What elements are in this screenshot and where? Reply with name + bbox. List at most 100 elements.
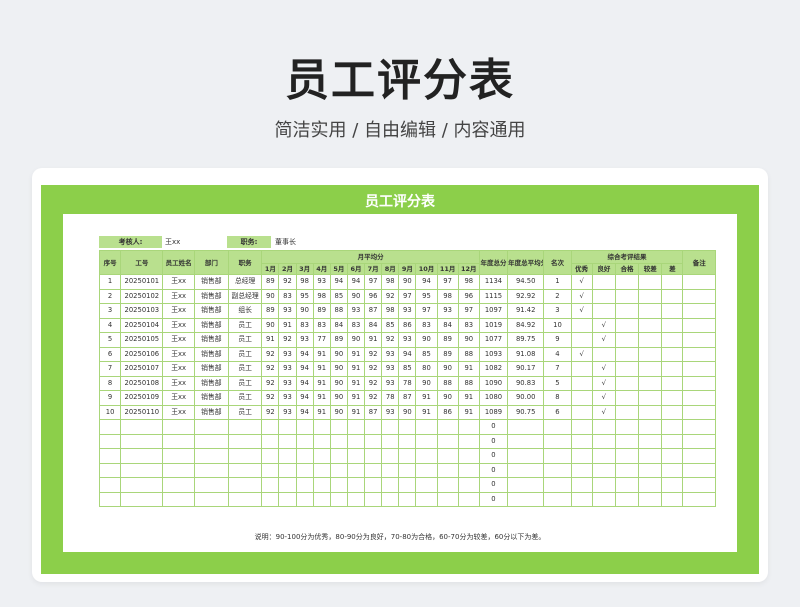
month-score-cell[interactable]: 91 — [312, 404, 331, 420]
month-score-cell[interactable]: 97 — [364, 274, 383, 290]
month-score-cell[interactable]: 93 — [312, 274, 331, 290]
result-check-cell[interactable] — [661, 274, 684, 290]
empty-cell[interactable] — [278, 491, 297, 507]
month-score-cell[interactable]: 90 — [436, 361, 459, 377]
empty-cell[interactable] — [364, 448, 383, 464]
empty-cell[interactable] — [364, 477, 383, 493]
empty-cell[interactable] — [507, 477, 545, 493]
empty-cell[interactable] — [457, 477, 480, 493]
empty-cell[interactable] — [507, 419, 545, 435]
employee-id-cell[interactable]: 20250109 — [120, 390, 164, 406]
empty-cell[interactable] — [364, 419, 383, 435]
empty-cell[interactable] — [543, 462, 572, 478]
empty-cell[interactable] — [507, 491, 545, 507]
month-score-cell[interactable]: 91 — [346, 346, 366, 362]
month-score-cell[interactable]: 91 — [278, 317, 297, 333]
empty-cell[interactable] — [312, 462, 331, 478]
month-score-cell[interactable]: 85 — [415, 346, 438, 362]
seq-cell[interactable]: 7 — [98, 361, 122, 377]
month-score-cell[interactable]: 96 — [364, 288, 383, 304]
month-score-cell[interactable]: 93 — [381, 404, 400, 420]
result-check-cell[interactable] — [638, 390, 663, 406]
empty-cell[interactable] — [346, 433, 366, 449]
employee-name-cell[interactable]: 王xx — [162, 332, 195, 348]
result-check-cell[interactable] — [661, 303, 684, 319]
month-score-cell[interactable]: 87 — [398, 390, 417, 406]
role-cell[interactable]: 员工 — [227, 346, 263, 362]
employee-id-cell[interactable]: 20250105 — [120, 332, 164, 348]
dept-cell[interactable]: 销售部 — [193, 361, 230, 377]
role-cell[interactable]: 总经理 — [227, 274, 263, 290]
rank-cell[interactable]: 9 — [543, 332, 572, 348]
month-score-cell[interactable]: 91 — [457, 404, 480, 420]
empty-cell[interactable] — [193, 448, 230, 464]
empty-cell[interactable] — [381, 433, 400, 449]
annual-avg-cell[interactable]: 91.42 — [507, 303, 545, 319]
employee-name-cell[interactable]: 王xx — [162, 274, 195, 290]
empty-cell[interactable] — [570, 491, 593, 507]
month-score-cell[interactable]: 98 — [312, 288, 331, 304]
result-check-cell[interactable] — [614, 332, 640, 348]
empty-cell[interactable] — [415, 462, 438, 478]
empty-cell[interactable] — [261, 448, 280, 464]
month-score-cell[interactable]: 93 — [381, 346, 400, 362]
result-check-cell[interactable] — [638, 332, 663, 348]
month-score-cell[interactable]: 91 — [457, 361, 480, 377]
dept-cell[interactable]: 销售部 — [193, 288, 230, 304]
empty-cell[interactable] — [457, 419, 480, 435]
remark-cell[interactable] — [682, 361, 716, 377]
month-score-cell[interactable]: 77 — [312, 332, 331, 348]
empty-cell[interactable] — [295, 419, 314, 435]
annual-avg-cell[interactable]: 92.92 — [507, 288, 545, 304]
role-cell[interactable]: 员工 — [227, 317, 263, 333]
month-score-cell[interactable]: 92 — [364, 390, 383, 406]
month-score-cell[interactable]: 98 — [381, 274, 400, 290]
empty-cell[interactable] — [543, 419, 572, 435]
empty-cell[interactable] — [661, 491, 684, 507]
empty-cell[interactable] — [120, 462, 164, 478]
month-score-cell[interactable]: 94 — [295, 404, 314, 420]
empty-cell[interactable] — [661, 419, 684, 435]
result-check-cell[interactable] — [591, 346, 616, 362]
result-check-cell[interactable] — [661, 361, 684, 377]
month-score-cell[interactable]: 89 — [261, 274, 280, 290]
empty-cell[interactable] — [98, 491, 122, 507]
result-check-cell[interactable] — [591, 288, 616, 304]
annual-total-cell[interactable]: 1082 — [478, 361, 509, 377]
annual-avg-cell[interactable]: 84.92 — [507, 317, 545, 333]
assessor-value[interactable]: 王xx — [165, 236, 225, 248]
rank-cell[interactable]: 2 — [543, 288, 572, 304]
month-score-cell[interactable]: 94 — [346, 274, 366, 290]
result-check-cell[interactable] — [661, 317, 684, 333]
seq-cell[interactable]: 6 — [98, 346, 122, 362]
empty-cell[interactable] — [227, 477, 263, 493]
month-score-cell[interactable]: 88 — [436, 375, 459, 391]
empty-cell[interactable] — [457, 491, 480, 507]
empty-cell[interactable] — [415, 477, 438, 493]
empty-cell[interactable] — [227, 491, 263, 507]
month-score-cell[interactable]: 92 — [261, 346, 280, 362]
result-check-cell[interactable]: √ — [591, 361, 616, 377]
empty-cell[interactable] — [457, 462, 480, 478]
empty-cell[interactable] — [638, 491, 663, 507]
empty-cell[interactable] — [227, 433, 263, 449]
annual-total-cell[interactable]: 1115 — [478, 288, 509, 304]
result-check-cell[interactable] — [638, 375, 663, 391]
month-score-cell[interactable]: 91 — [346, 404, 366, 420]
month-score-cell[interactable]: 88 — [457, 346, 480, 362]
month-score-cell[interactable]: 92 — [381, 332, 400, 348]
empty-cell[interactable] — [614, 477, 640, 493]
empty-cell[interactable] — [398, 462, 417, 478]
month-score-cell[interactable]: 88 — [457, 375, 480, 391]
month-score-cell[interactable]: 92 — [261, 390, 280, 406]
annual-total-cell[interactable]: 0 — [478, 419, 509, 435]
month-score-cell[interactable]: 88 — [329, 303, 348, 319]
empty-cell[interactable] — [295, 448, 314, 464]
role-cell[interactable]: 员工 — [227, 404, 263, 420]
dept-cell[interactable]: 销售部 — [193, 404, 230, 420]
seq-cell[interactable]: 5 — [98, 332, 122, 348]
result-check-cell[interactable] — [570, 317, 593, 333]
empty-cell[interactable] — [227, 462, 263, 478]
empty-cell[interactable] — [278, 433, 297, 449]
month-score-cell[interactable]: 91 — [346, 375, 366, 391]
